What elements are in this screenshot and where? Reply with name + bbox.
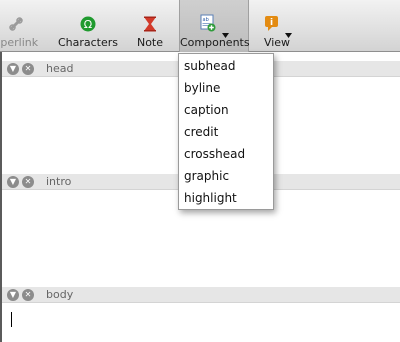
menu-item-highlight[interactable]: highlight: [179, 187, 273, 209]
menu-item-byline[interactable]: byline: [179, 77, 273, 99]
components-dropdown-menu: subhead byline caption credit crosshead …: [178, 53, 274, 210]
section-label: head: [46, 62, 74, 75]
section-label: intro: [46, 175, 72, 188]
collapse-icon[interactable]: ▼: [7, 63, 19, 75]
hyperlink-button[interactable]: yperlink: [0, 0, 44, 52]
components-button[interactable]: ab Components: [179, 0, 250, 52]
section-label: body: [46, 288, 74, 301]
svg-text:Ω: Ω: [84, 18, 92, 31]
components-label: Components: [180, 36, 250, 49]
view-icon: i: [264, 15, 281, 36]
menu-item-credit[interactable]: credit: [179, 121, 273, 143]
menu-item-crosshead[interactable]: crosshead: [179, 143, 273, 165]
menu-item-caption[interactable]: caption: [179, 99, 273, 121]
toolbar: yperlink Ω Characters Note ab: [0, 0, 400, 52]
collapse-icon[interactable]: ▼: [7, 289, 19, 301]
note-button[interactable]: Note: [128, 0, 172, 52]
remove-icon[interactable]: ✕: [22, 63, 34, 75]
view-button[interactable]: i View: [254, 0, 300, 52]
remove-icon[interactable]: ✕: [22, 176, 34, 188]
characters-button[interactable]: Ω Characters: [56, 0, 120, 52]
remove-icon[interactable]: ✕: [22, 289, 34, 301]
components-icon: ab: [200, 14, 216, 36]
hyperlink-icon: [8, 16, 24, 36]
svg-text:i: i: [270, 18, 273, 28]
text-cursor: [11, 312, 12, 327]
hourglass-icon: [142, 16, 158, 36]
note-label: Note: [136, 36, 164, 49]
collapse-icon[interactable]: ▼: [7, 176, 19, 188]
menu-item-graphic[interactable]: graphic: [179, 165, 273, 187]
omega-icon: Ω: [80, 16, 96, 36]
hyperlink-label: yperlink: [0, 36, 39, 49]
view-label: View: [263, 36, 291, 49]
section-body-bar: ▼ ✕ body: [2, 287, 400, 303]
characters-label: Characters: [57, 36, 119, 49]
menu-item-subhead[interactable]: subhead: [179, 55, 273, 77]
svg-text:ab: ab: [203, 17, 209, 23]
